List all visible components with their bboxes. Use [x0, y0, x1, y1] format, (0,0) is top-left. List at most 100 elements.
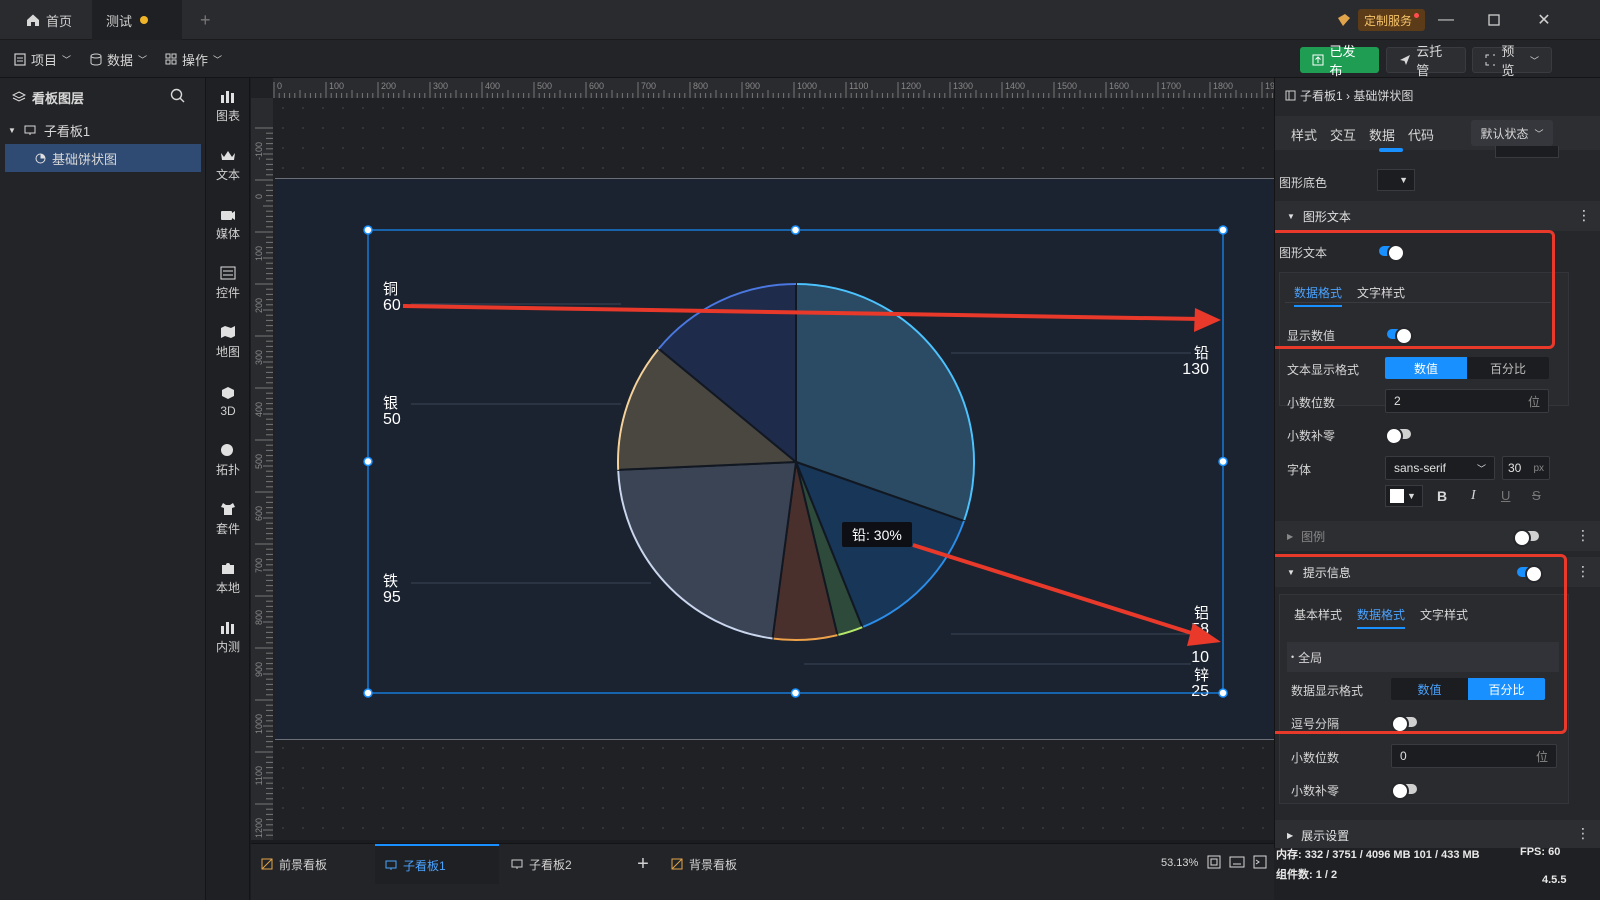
- chevron-down-icon: ﹀: [1476, 463, 1486, 474]
- more-vertical-icon[interactable]: ⋮: [1577, 207, 1591, 224]
- more-vertical-icon[interactable]: ⋮: [1576, 527, 1590, 544]
- font-family-select[interactable]: sans-serif ﹀: [1385, 456, 1495, 480]
- font-size-input[interactable]: 30 px: [1502, 456, 1550, 480]
- component-suite[interactable]: 套件: [206, 491, 250, 547]
- published-button[interactable]: 已发布: [1300, 44, 1379, 78]
- zero-pad-toggle[interactable]: [1385, 427, 1411, 445]
- legend-toggle[interactable]: [1513, 529, 1539, 547]
- document-icon: [14, 52, 26, 66]
- more-vertical-icon[interactable]: ⋮: [1576, 825, 1590, 842]
- monitor-icon: [24, 125, 36, 135]
- chevron-down-icon: ﹀: [213, 54, 223, 65]
- font-size-unit: px: [1533, 462, 1544, 474]
- menu-data[interactable]: 数据 ﹀: [90, 48, 147, 70]
- add-board-plus-icon[interactable]: +: [625, 844, 661, 884]
- text-color-picker[interactable]: ▼: [1385, 485, 1423, 507]
- section-title: 图例: [1301, 529, 1326, 544]
- keyboard-icon[interactable]: [1229, 856, 1245, 871]
- menu-ops[interactable]: 操作 ﹀: [165, 48, 222, 70]
- text-format-segment[interactable]: 数值 百分比: [1385, 357, 1549, 379]
- menu-data-label: 数据: [107, 52, 134, 68]
- zero-pad2-toggle[interactable]: [1391, 782, 1417, 800]
- tab-test[interactable]: 测试: [92, 0, 182, 40]
- resize-handle[interactable]: [363, 456, 373, 467]
- component-label: 地图: [215, 345, 240, 359]
- resize-handle[interactable]: [1218, 688, 1228, 698]
- component-control[interactable]: 控件: [206, 255, 250, 311]
- maximize-icon[interactable]: [1470, 0, 1518, 40]
- underline-icon[interactable]: U: [1501, 488, 1510, 503]
- resize-handle[interactable]: [1218, 456, 1228, 467]
- menu-project[interactable]: 项目 ﹀: [14, 48, 71, 70]
- layer-panel-title: 看板图层: [32, 90, 85, 106]
- search-icon[interactable]: [170, 88, 185, 106]
- component-map[interactable]: 地图: [206, 314, 250, 370]
- resize-handle[interactable]: [363, 225, 373, 235]
- prop-tab-interaction[interactable]: 交互: [1330, 125, 1356, 144]
- caret-down-icon: ▼: [8, 125, 16, 135]
- prop-tab-data[interactable]: 数据: [1369, 125, 1395, 144]
- section-display-settings[interactable]: ▶ 展示设置: [1275, 820, 1600, 848]
- minimize-icon[interactable]: —: [1422, 0, 1470, 40]
- tab-home[interactable]: 首页: [12, 0, 92, 40]
- component-beta[interactable]: 内测: [206, 609, 250, 665]
- section-shape-text[interactable]: ▼ 图形文本 ⋮: [1275, 201, 1600, 231]
- fill-color-picker[interactable]: ▼: [1377, 169, 1415, 191]
- board-tab-background[interactable]: 背景看板: [661, 844, 779, 884]
- decimals-input[interactable]: 2 位: [1385, 389, 1549, 413]
- crown-icon: [219, 147, 237, 163]
- prop-tab-style[interactable]: 样式: [1291, 125, 1317, 144]
- image-icon: [671, 858, 683, 870]
- map-icon: [219, 324, 237, 340]
- chart-tooltip: 铅: 30%: [842, 522, 912, 547]
- unit-label: 位: [1527, 394, 1540, 409]
- pie-chart-widget[interactable]: 铅130铝5810锌25铁95银50铜60: [251, 78, 1274, 840]
- pie-slice[interactable]: [617, 460, 798, 640]
- breadcrumb: 子看板1 › 基础饼状图: [1285, 87, 1413, 104]
- resize-handle[interactable]: [790, 688, 801, 698]
- resize-handle[interactable]: [790, 225, 801, 235]
- bold-icon[interactable]: B: [1437, 488, 1447, 504]
- preview-button[interactable]: 预览 ﹀: [1472, 44, 1552, 78]
- component-chart[interactable]: 图表: [206, 78, 250, 134]
- partial-slider[interactable]: [1379, 148, 1403, 152]
- canvas-area[interactable]: 0 100 200 300 400 500 600 700 800 900 1000 1100 1200…: [251, 78, 1274, 840]
- decimals2-input[interactable]: 0 位: [1391, 744, 1557, 768]
- italic-icon[interactable]: I: [1471, 488, 1476, 504]
- terminal-icon[interactable]: [1253, 855, 1267, 872]
- resize-handle[interactable]: [363, 688, 373, 698]
- component-text[interactable]: 文本: [206, 137, 250, 193]
- layer-item-pie-chart[interactable]: 基础饼状图: [5, 144, 201, 172]
- component-3d[interactable]: 3D: [206, 373, 250, 429]
- prop-tab-code[interactable]: 代码: [1408, 125, 1434, 144]
- close-icon[interactable]: ✕: [1520, 0, 1568, 40]
- partial-input[interactable]: [1495, 146, 1559, 158]
- publish-icon: [1312, 54, 1324, 66]
- board-tab-foreground[interactable]: 前景看板: [251, 844, 369, 884]
- zoom-level[interactable]: 53.13%: [1161, 857, 1198, 869]
- status-panel: 内存: 332 / 3751 / 4096 MB 101 / 433 MB FP…: [1274, 846, 1600, 900]
- component-local[interactable]: 本地: [206, 550, 250, 606]
- prop-tabs-bar: 样式 交互 数据 代码 默认状态 ﹀: [1275, 116, 1600, 150]
- layer-item-board1[interactable]: ▼ 子看板1: [0, 116, 206, 144]
- preview-label: 预览: [1501, 44, 1515, 78]
- custom-service-button[interactable]: 定制服务: [1358, 9, 1426, 31]
- strikethrough-icon[interactable]: S: [1532, 488, 1541, 503]
- state-select-value: 默认状态: [1480, 126, 1529, 141]
- menu-ops-label: 操作: [182, 52, 209, 68]
- more-vertical-icon[interactable]: ⋮: [1576, 563, 1590, 580]
- fit-screen-icon[interactable]: [1207, 855, 1221, 872]
- text-format-option-percent[interactable]: 百分比: [1467, 357, 1549, 379]
- board-tab-sub2[interactable]: 子看板2: [501, 844, 619, 884]
- component-topology[interactable]: 拓扑: [206, 432, 250, 488]
- text-format-option-value[interactable]: 数值: [1385, 357, 1467, 379]
- layers-icon: [12, 91, 26, 102]
- board-tab-sub1[interactable]: 子看板1: [375, 844, 499, 884]
- new-tab-plus-icon[interactable]: +: [186, 0, 220, 40]
- pie-label-value: 25: [1191, 683, 1209, 700]
- component-media[interactable]: 媒体: [206, 196, 250, 252]
- resize-handle[interactable]: [1218, 225, 1228, 235]
- state-select[interactable]: 默认状态 ﹀: [1471, 120, 1553, 146]
- cloud-host-button[interactable]: 云托管: [1386, 44, 1466, 78]
- section-legend[interactable]: ▶ 图例: [1275, 521, 1600, 551]
